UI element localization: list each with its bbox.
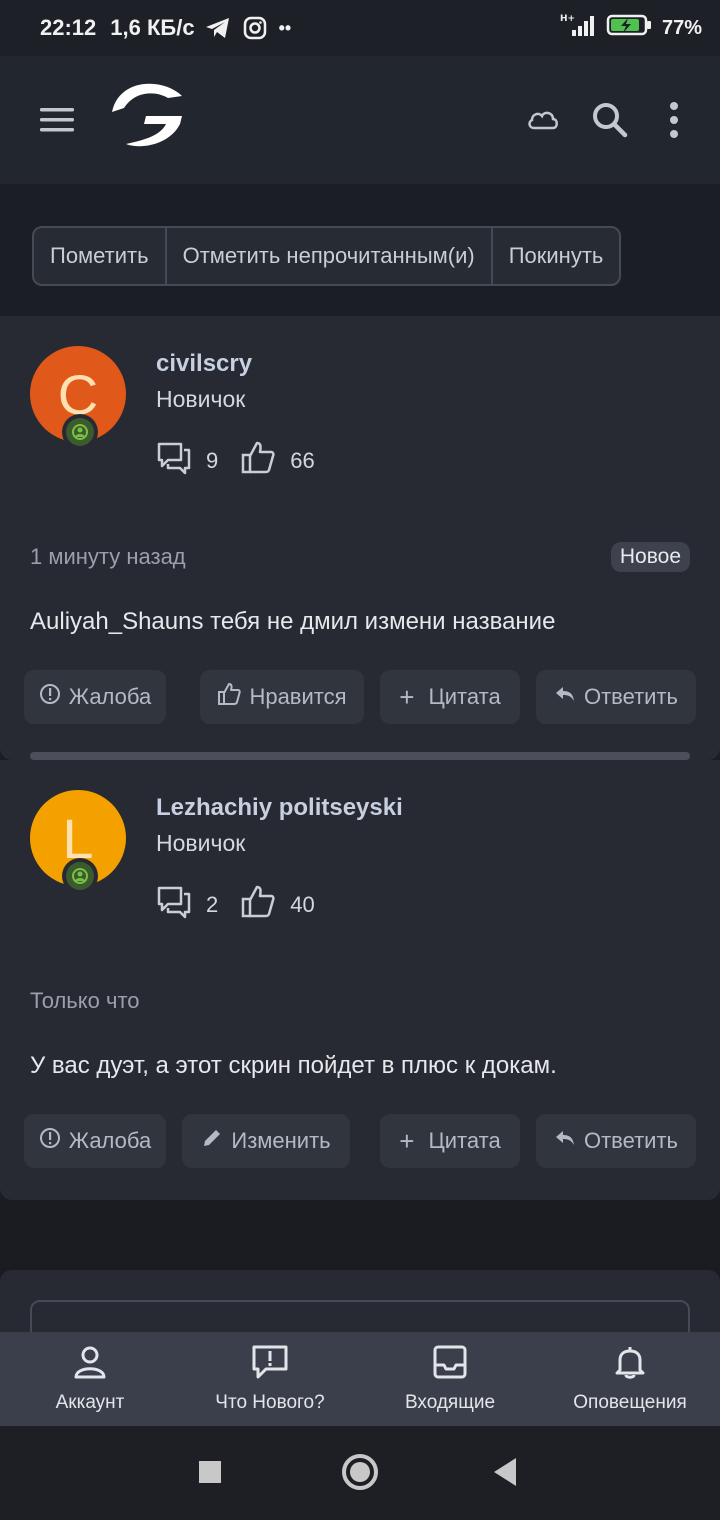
post-time[interactable]: Только что xyxy=(30,988,140,1014)
reply-button[interactable]: Ответить xyxy=(536,670,696,724)
lower-panel xyxy=(0,1270,720,1360)
leave-button[interactable]: Покинуть xyxy=(493,228,620,284)
messages-icon xyxy=(156,884,192,926)
back-button[interactable] xyxy=(494,1458,516,1486)
status-network-speed: 1,6 КБ/с xyxy=(110,15,195,40)
pencil-icon xyxy=(201,1127,223,1155)
plus-icon: + xyxy=(399,681,415,712)
post-actions: Жалоба Изменить + Цитата Ответить xyxy=(24,1114,696,1168)
like-button[interactable]: Нравится xyxy=(200,670,364,724)
edit-button[interactable]: Изменить xyxy=(182,1114,350,1168)
reply-label: Ответить xyxy=(583,1128,679,1153)
quote-button[interactable]: + Цитата xyxy=(380,670,520,724)
nav-whats-new[interactable]: Что Нового? xyxy=(180,1332,360,1426)
post: C civilscry Новичок 9 66 1 минуту назад … xyxy=(0,316,720,760)
app-header xyxy=(0,56,720,184)
user-rank: Новичок xyxy=(156,386,246,412)
inbox-icon xyxy=(432,1344,468,1386)
warning-icon xyxy=(39,1127,61,1155)
thread-actions: Пометить Отметить непрочитанным(и) Покин… xyxy=(0,184,720,316)
messages-icon xyxy=(156,440,192,482)
bottom-nav: Аккаунт Что Нового? Входящие Оповещения xyxy=(0,1332,720,1426)
plus-icon: + xyxy=(399,1125,415,1156)
system-nav-bar xyxy=(0,1426,720,1520)
status-time: 22:12 xyxy=(40,15,97,40)
reply-label: Ответить xyxy=(583,684,679,709)
app-logo[interactable] xyxy=(104,78,188,162)
quote-label: Цитата xyxy=(428,684,501,709)
reply-icon xyxy=(554,1127,576,1155)
battery-icon xyxy=(606,13,654,43)
report-button[interactable]: Жалоба xyxy=(24,670,166,724)
report-label: Жалоба xyxy=(68,1128,152,1153)
quote-button[interactable]: + Цитата xyxy=(380,1114,520,1168)
thumbs-up-icon xyxy=(240,440,276,482)
thread-action-group: Пометить Отметить непрочитанным(и) Покин… xyxy=(32,226,622,286)
nav-account[interactable]: Аккаунт xyxy=(0,1332,180,1426)
user-stats: 9 66 xyxy=(156,440,337,482)
quote-label: Цитата xyxy=(428,1128,501,1153)
notification-dots: •• xyxy=(278,17,292,38)
likes-count: 66 xyxy=(290,448,315,473)
online-status-icon xyxy=(62,858,98,894)
new-badge: Новое xyxy=(610,542,690,572)
post-text: У вас дуэт, а этот скрин пойдет в плюс к… xyxy=(30,1052,557,1079)
post-divider xyxy=(30,752,690,760)
edit-label: Изменить xyxy=(231,1128,331,1153)
nav-inbox-label: Входящие xyxy=(404,1392,496,1413)
online-status-icon xyxy=(62,414,98,450)
nav-account-label: Аккаунт xyxy=(55,1392,125,1413)
thumbs-up-icon xyxy=(217,682,242,712)
bell-icon xyxy=(612,1344,648,1386)
nav-inbox[interactable]: Входящие xyxy=(360,1332,540,1426)
like-label: Нравится xyxy=(249,684,347,709)
search-icon[interactable] xyxy=(590,100,630,145)
messages-count: 2 xyxy=(206,892,219,917)
reply-icon xyxy=(554,683,576,711)
alert-message-icon xyxy=(250,1344,290,1386)
report-label: Жалоба xyxy=(68,684,152,709)
messages-count: 9 xyxy=(206,448,219,473)
mark-unread-button[interactable]: Отметить непрочитанным(и) xyxy=(167,228,493,284)
reply-button[interactable]: Ответить xyxy=(536,1114,696,1168)
telegram-icon xyxy=(205,17,231,39)
nav-alerts-label: Оповещения xyxy=(573,1392,687,1413)
signal-icon: H+ xyxy=(558,12,598,44)
post-text: Auliyah_Shauns тебя не дмил измени назва… xyxy=(30,608,556,635)
status-bar: 22:12 1,6 КБ/с •• H+ 77% xyxy=(0,0,720,56)
nav-whats-new-label: Что Нового? xyxy=(215,1392,325,1413)
battery-percent: 77% xyxy=(661,16,702,39)
username[interactable]: civilscry xyxy=(156,350,252,378)
recents-button[interactable] xyxy=(199,1461,221,1483)
likes-count: 40 xyxy=(290,892,315,917)
post-actions: Жалоба Нравится + Цитата Ответить xyxy=(24,670,696,724)
menu-icon[interactable] xyxy=(38,100,78,140)
mark-button[interactable]: Пометить xyxy=(34,228,167,284)
post: L Lezhachiy politseyski Новичок 2 40 Тол… xyxy=(0,760,720,1200)
instagram-icon xyxy=(243,16,267,40)
more-vertical-icon[interactable] xyxy=(664,100,684,145)
user-stats: 2 40 xyxy=(156,884,337,926)
thumbs-up-icon xyxy=(240,884,276,926)
cloud-icon[interactable] xyxy=(526,106,560,139)
home-button[interactable] xyxy=(342,1454,378,1490)
nav-alerts[interactable]: Оповещения xyxy=(540,1332,720,1426)
network-type: H+ xyxy=(560,14,575,24)
username[interactable]: Lezhachiy politseyski xyxy=(156,794,403,822)
account-icon xyxy=(72,1344,108,1386)
post-time[interactable]: 1 минуту назад xyxy=(30,544,186,570)
report-button[interactable]: Жалоба xyxy=(24,1114,166,1168)
warning-icon xyxy=(39,683,61,711)
user-rank: Новичок xyxy=(156,830,246,856)
